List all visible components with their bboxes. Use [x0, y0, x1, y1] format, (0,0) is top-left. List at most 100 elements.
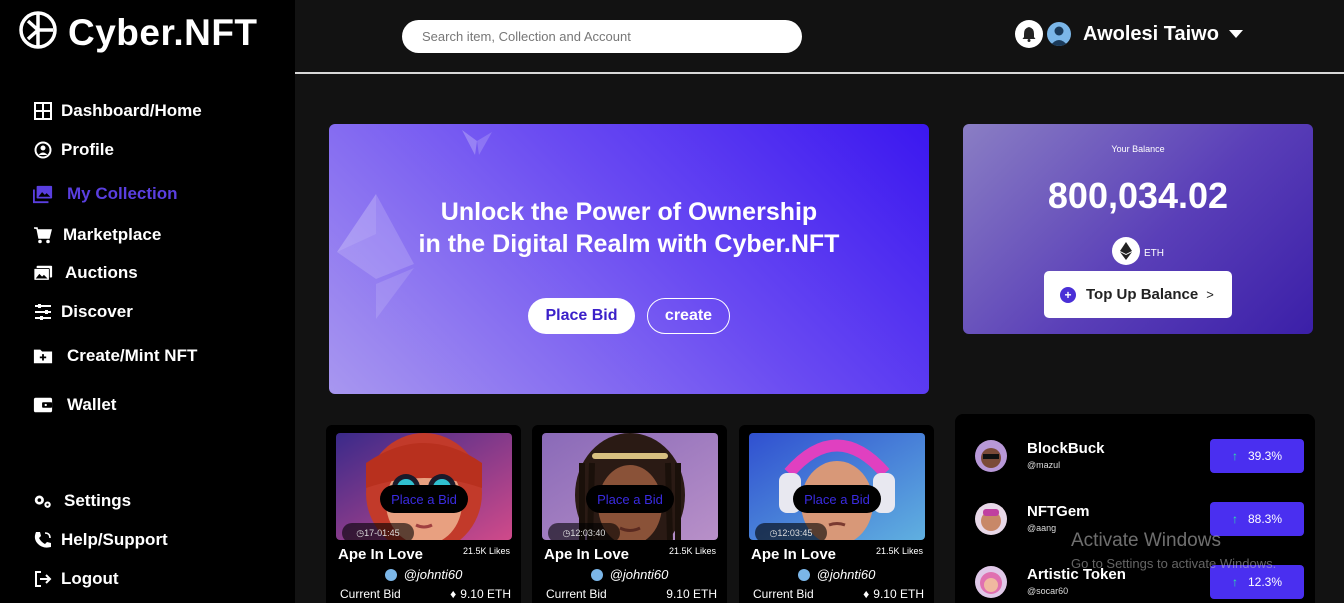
nav-label: Wallet — [67, 395, 117, 414]
balance-currency: ETH — [1144, 248, 1164, 259]
nft-image: Place a Bid ◷ 12:03:45 — [749, 433, 925, 540]
nav-discover[interactable]: Discover — [33, 302, 133, 322]
search-input[interactable] — [402, 20, 802, 53]
balance-card: Your Balance 800,034.02 ETH + Top Up Bal… — [963, 124, 1313, 334]
place-a-bid-button[interactable]: Place a Bid — [586, 485, 674, 513]
countdown-timer: ◷ 12:03:45 — [755, 523, 827, 540]
nft-image: Place a Bid ◷ 12:03:40 — [542, 433, 718, 540]
sliders-icon — [33, 302, 53, 322]
folder-plus-icon — [33, 346, 53, 366]
nav-auctions[interactable]: Auctions — [33, 263, 138, 283]
nav-dashboard[interactable]: Dashboard/Home — [33, 101, 202, 121]
nav-label: Auctions — [65, 263, 138, 282]
nav-label: My Collection — [67, 184, 178, 203]
nav-label: Marketplace — [63, 225, 162, 244]
ethereum-icon: ♦ — [863, 587, 870, 601]
nav-wallet[interactable]: Wallet — [33, 395, 116, 415]
nft-image: Place a Bid ◷ 17-01:45 — [336, 433, 512, 540]
bell-icon[interactable] — [1015, 20, 1043, 48]
os-watermark-subtitle: Go to Settings to activate Windows. — [1071, 556, 1277, 571]
nav-my-collection[interactable]: My Collection — [33, 184, 178, 204]
bid-amount: 9.10 ETH — [460, 587, 511, 601]
collection-name: NFTGem — [1027, 503, 1090, 520]
nft-creator[interactable]: @johnti60 — [326, 567, 521, 582]
nav-settings[interactable]: Settings — [33, 491, 131, 511]
brand-name: Cyber.NFT — [68, 11, 258, 53]
change-value: 12.3% — [1247, 575, 1283, 589]
nav-label: Help/Support — [61, 530, 168, 549]
nav-label: Logout — [61, 569, 119, 588]
collection-user: @aang — [1027, 523, 1057, 533]
top-up-balance-button[interactable]: + Top Up Balance > — [1044, 271, 1232, 318]
nav-logout[interactable]: Logout — [33, 569, 119, 589]
timer-value: 12:03:45 — [777, 528, 813, 538]
nav-profile[interactable]: Profile — [33, 140, 114, 160]
nav-help-support[interactable]: Help/Support — [33, 530, 168, 550]
chevron-right-icon: > — [1206, 287, 1214, 302]
nav-label: Discover — [61, 302, 133, 321]
os-watermark-title: Activate Windows — [1071, 530, 1221, 551]
nav-marketplace[interactable]: Marketplace — [33, 225, 161, 245]
place-a-bid-button[interactable]: Place a Bid — [793, 485, 881, 513]
hero-title: Unlock the Power of Ownership in the Dig… — [329, 196, 929, 260]
wallet-icon — [33, 395, 53, 415]
ethereum-icon — [1112, 237, 1140, 265]
current-bid-value: 9.10 ETH — [666, 587, 717, 601]
nav-label: Profile — [61, 140, 114, 159]
nav-label: Settings — [64, 491, 132, 510]
logout-icon — [33, 569, 53, 589]
cyber-logo-icon — [18, 10, 58, 55]
ethereum-icon: ♦ — [450, 587, 457, 601]
current-bid-value: ♦ 9.10 ETH — [450, 587, 511, 601]
user-avatar-icon — [797, 568, 810, 581]
change-badge: ↑ 88.3% — [1210, 502, 1304, 536]
timer-value: 12:03:40 — [570, 528, 606, 538]
user-name: Awolesi Taiwo — [1083, 22, 1219, 45]
bid-amount: 9.10 ETH — [873, 587, 924, 601]
arrow-up-icon: ↑ — [1231, 512, 1238, 526]
hero-title-line2: in the Digital Realm with Cyber.NFT — [418, 230, 840, 258]
nft-creator-handle: @johnti60 — [816, 567, 876, 582]
phone-icon — [33, 530, 53, 550]
user-menu[interactable]: Awolesi Taiwo — [1015, 20, 1243, 48]
header-divider — [295, 72, 1344, 74]
user-avatar-icon — [384, 568, 397, 581]
nft-card[interactable]: Place a Bid ◷ 12:03:40 Ape In Love 21.5K … — [532, 425, 727, 603]
create-button[interactable]: create — [647, 298, 730, 334]
clock-icon: ◷ — [769, 527, 778, 538]
nft-card[interactable]: Place a Bid ◷ 17-01:45 Ape In Love 21.5K … — [326, 425, 521, 603]
timer-value: 17-01:45 — [364, 528, 400, 538]
arrow-up-icon: ↑ — [1231, 449, 1238, 463]
chevron-down-icon[interactable] — [1228, 30, 1243, 38]
top-up-label: Top Up Balance — [1086, 286, 1199, 303]
place-a-bid-button[interactable]: Place a Bid — [380, 485, 468, 513]
nft-likes: 21.5K Likes — [875, 546, 923, 556]
nav-create-mint[interactable]: Create/Mint NFT — [33, 346, 197, 366]
nft-card[interactable]: Place a Bid ◷ 12:03:45 Ape In Love 21.5K … — [739, 425, 934, 603]
balance-value: 800,034.02 — [1047, 175, 1229, 216]
nft-creator[interactable]: @johnti60 — [739, 567, 934, 582]
countdown-timer: ◷ 17-01:45 — [342, 523, 414, 540]
user-avatar-icon — [590, 568, 603, 581]
place-bid-button[interactable]: Place Bid — [528, 298, 635, 334]
current-bid-label: Current Bid — [340, 587, 401, 601]
change-value: 39.3% — [1247, 449, 1283, 463]
collection-avatar — [975, 503, 1007, 535]
gears-icon — [33, 491, 53, 511]
current-bid-label: Current Bid — [546, 587, 607, 601]
balance-label: Your Balance — [1111, 144, 1165, 154]
nav-label: Create/Mint NFT — [67, 346, 198, 365]
collection-user: @mazul — [1027, 460, 1061, 470]
grid-icon — [33, 101, 53, 121]
change-badge: ↑ 39.3% — [1210, 439, 1304, 473]
brand-logo[interactable]: Cyber.NFT — [18, 10, 258, 55]
nft-creator[interactable]: @johnti60 — [532, 567, 727, 582]
clock-icon: ◷ — [562, 527, 571, 538]
nft-likes: 21.5K Likes — [462, 546, 510, 556]
nft-title: Ape In Love — [544, 546, 630, 563]
trending-item[interactable]: BlockBuck @mazul ↑ 39.3% — [955, 434, 1315, 484]
change-value: 88.3% — [1247, 512, 1283, 526]
main-content: Awolesi Taiwo Unlock the Power of Owners… — [295, 0, 1344, 603]
user-circle-icon — [33, 140, 53, 160]
hero-title-line1: Unlock the Power of Ownership — [440, 198, 818, 226]
